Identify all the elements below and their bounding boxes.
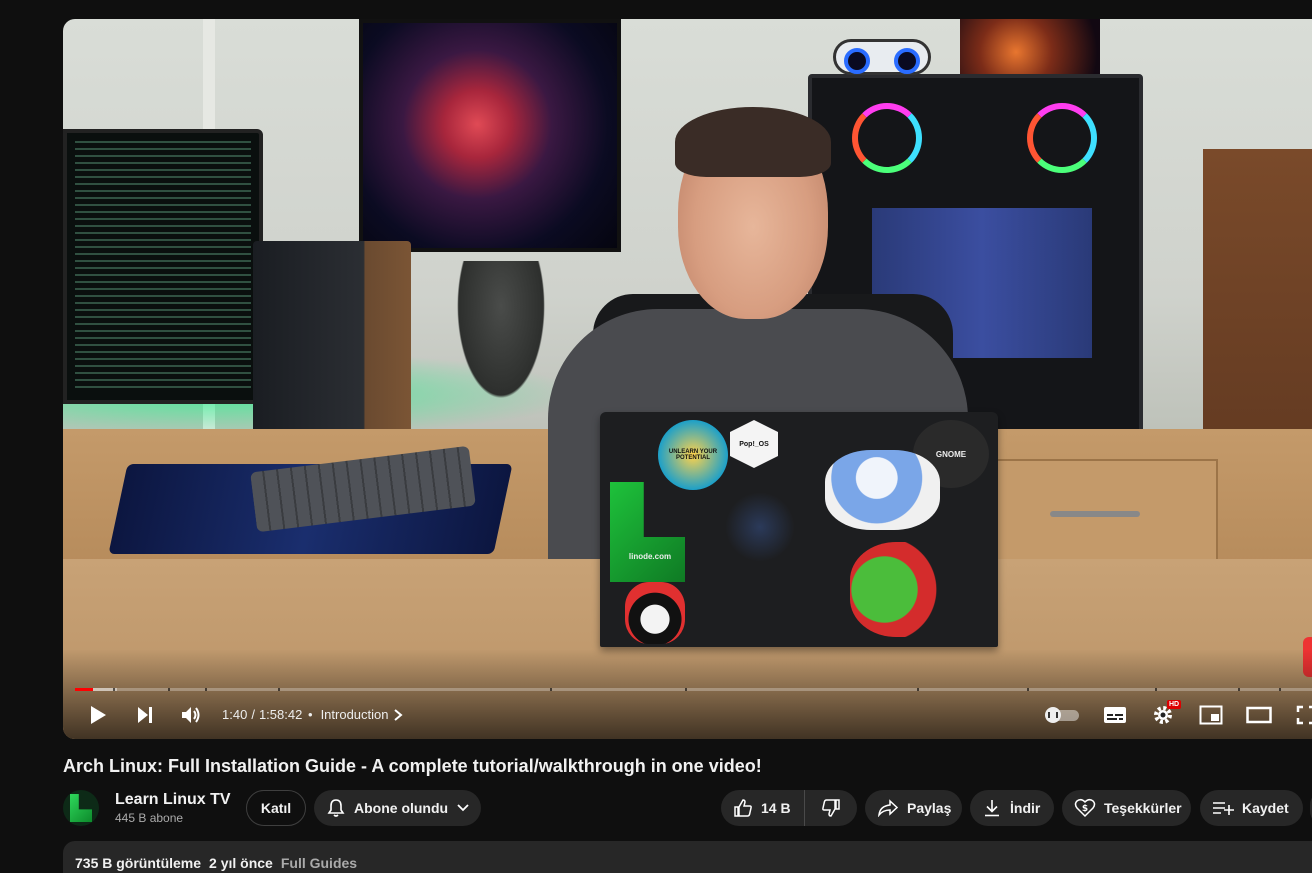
subtitles-button[interactable] xyxy=(1101,703,1129,727)
volume-icon xyxy=(177,701,205,729)
video-scene-person-hair xyxy=(675,107,831,177)
description-box[interactable]: 735 B görüntüleme 2 yıl önce Full Guides xyxy=(63,841,1312,873)
video-frame[interactable]: UNLEARN YOUR POTENTIAL Pop!_OS GNOME lin… xyxy=(63,19,1312,739)
sticker-unlearn: UNLEARN YOUR POTENTIAL xyxy=(658,420,728,490)
heart-dollar-icon: $ xyxy=(1074,798,1096,818)
subscriber-count: 445 B abone xyxy=(115,811,184,825)
thanks-label: Teşekkürler xyxy=(1104,800,1182,816)
svg-text:$: $ xyxy=(1082,804,1088,814)
sticker-pop-os: Pop!_OS xyxy=(730,420,778,468)
miniplayer-icon xyxy=(1197,701,1225,729)
video-scene-webcam xyxy=(833,39,931,75)
video-scene-poster-2 xyxy=(960,19,1100,74)
time-total: 1:58:42 xyxy=(258,707,303,722)
subscribe-button[interactable]: Abone olundu xyxy=(314,790,481,826)
sticker-sword xyxy=(725,492,795,562)
thumbs-down-icon xyxy=(821,798,841,818)
download-button[interactable]: İndir xyxy=(970,790,1054,826)
chapter-dot: • xyxy=(308,707,313,722)
subtitles-icon xyxy=(1101,701,1129,729)
chapter-title: Introduction xyxy=(320,707,389,722)
time-current: 1:40 xyxy=(222,707,248,722)
fullscreen-button[interactable] xyxy=(1292,703,1312,727)
upload-age: 2 yıl önce xyxy=(209,855,273,871)
channel-avatar[interactable] xyxy=(63,790,99,826)
sticker-linode xyxy=(610,482,685,582)
progress-played xyxy=(75,688,93,691)
chevron-down-icon xyxy=(456,803,470,813)
description-tag[interactable]: Full Guides xyxy=(281,855,357,871)
like-count: 14 B xyxy=(761,800,791,816)
video-scene-statue xyxy=(451,261,551,411)
download-icon xyxy=(984,799,1000,817)
share-button[interactable]: Paylaş xyxy=(865,790,962,826)
like-button[interactable]: 14 B xyxy=(721,790,805,826)
autoplay-toggle[interactable] xyxy=(1045,707,1079,723)
sticker-robot xyxy=(825,450,940,530)
time-display: 1:40/1:58:42 xyxy=(222,707,302,722)
playlist-add-icon xyxy=(1212,800,1234,816)
download-label: İndir xyxy=(1010,800,1041,816)
play-icon xyxy=(84,701,112,729)
save-button[interactable]: Kaydet xyxy=(1200,790,1303,826)
video-player[interactable]: UNLEARN YOUR POTENTIAL Pop!_OS GNOME lin… xyxy=(63,19,1312,739)
video-scene-nebula-poster xyxy=(359,19,621,252)
sticker-tux xyxy=(625,582,685,644)
thanks-button[interactable]: $ Teşekkürler xyxy=(1062,790,1191,826)
video-scene-monitor xyxy=(63,129,263,404)
channel-name[interactable]: Learn Linux TV xyxy=(115,791,231,809)
volume-button[interactable] xyxy=(177,703,205,727)
channel-info: Learn Linux TV 445 B abone xyxy=(115,791,231,825)
sticker-linode-text: linode.com xyxy=(628,552,672,561)
video-title: Arch Linux: Full Installation Guide - A … xyxy=(63,756,762,776)
chapter-button[interactable]: • Introduction xyxy=(308,707,403,722)
theater-mode-button[interactable] xyxy=(1245,703,1273,727)
thumbs-up-icon xyxy=(733,798,753,818)
save-label: Kaydet xyxy=(1242,800,1289,816)
video-scene-laptop: UNLEARN YOUR POTENTIAL Pop!_OS GNOME lin… xyxy=(600,412,998,647)
join-button[interactable]: Katıl xyxy=(246,790,306,826)
subscribe-label: Abone olundu xyxy=(354,800,449,816)
play-button[interactable] xyxy=(84,703,112,727)
like-dislike-group: 14 B xyxy=(721,790,857,826)
video-scene-pc-tower xyxy=(253,241,411,436)
join-label: Katıl xyxy=(260,800,292,816)
view-count: 735 B görüntüleme xyxy=(75,855,202,871)
dislike-button[interactable] xyxy=(805,790,857,826)
time-separator: / xyxy=(251,707,255,722)
progress-bar[interactable] xyxy=(75,688,1312,691)
channel-owner: Learn Linux TV 445 B abone xyxy=(63,789,231,827)
share-icon xyxy=(877,799,899,817)
skip-next-icon xyxy=(131,701,159,729)
hd-badge: HD xyxy=(1167,700,1182,709)
miniplayer-button[interactable] xyxy=(1197,703,1225,727)
pause-icon xyxy=(1045,707,1061,723)
bell-icon xyxy=(326,798,346,818)
chevron-right-icon xyxy=(393,708,403,722)
fullscreen-icon xyxy=(1292,701,1312,729)
theater-icon xyxy=(1245,701,1273,729)
next-button[interactable] xyxy=(131,703,159,727)
share-label: Paylaş xyxy=(907,800,952,816)
description-meta: 735 B görüntüleme 2 yıl önce Full Guides xyxy=(75,855,357,871)
sticker-yoshi xyxy=(850,542,965,637)
